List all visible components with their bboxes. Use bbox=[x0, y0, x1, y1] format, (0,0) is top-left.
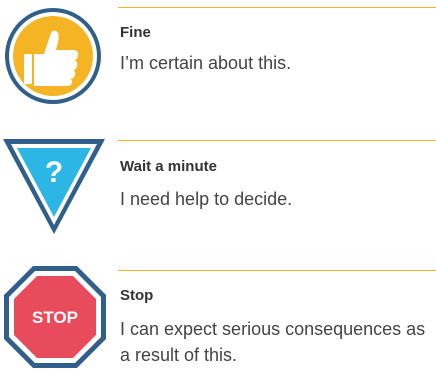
status-item-stop: STOP Stop I can expect serious consequen… bbox=[0, 262, 436, 372]
status-item-wait: ? Wait a minute I need help to decide. bbox=[0, 130, 436, 240]
divider-rule bbox=[118, 140, 436, 141]
item-description: I need help to decide. bbox=[120, 189, 293, 209]
item-description: I can expect serious consequences as a r… bbox=[120, 319, 426, 365]
divider-rule bbox=[118, 7, 436, 8]
stop-sign-icon: STOP bbox=[0, 264, 110, 374]
question-triangle-icon: ? bbox=[0, 136, 110, 246]
stop-sign-text: STOP bbox=[32, 308, 78, 327]
svg-text:?: ? bbox=[45, 156, 63, 189]
thumbs-up-icon bbox=[0, 4, 110, 114]
item-title: Wait a minute bbox=[120, 158, 217, 175]
item-title: Fine bbox=[120, 24, 151, 41]
item-description: I’m certain about this. bbox=[120, 53, 292, 73]
item-title: Stop bbox=[120, 287, 154, 304]
divider-rule bbox=[118, 270, 436, 271]
status-item-fine: Fine I’m certain about this. bbox=[0, 0, 436, 110]
